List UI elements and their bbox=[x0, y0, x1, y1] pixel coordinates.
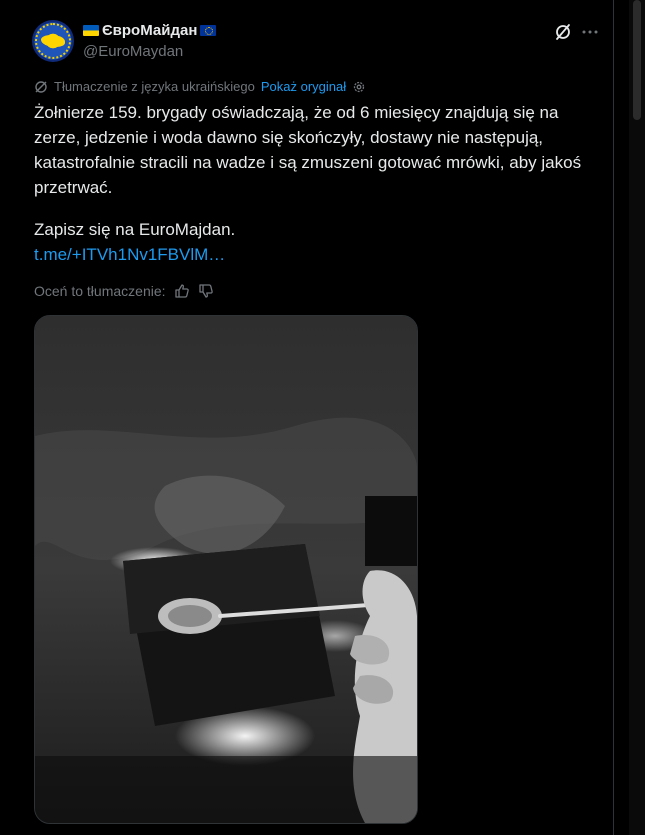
gear-icon[interactable] bbox=[352, 80, 366, 94]
scrollbar-track[interactable] bbox=[629, 0, 645, 835]
author-handle[interactable]: @EuroMaydan bbox=[83, 43, 183, 60]
video-frame-image bbox=[35, 316, 417, 823]
thumbs-up-icon[interactable] bbox=[174, 283, 190, 299]
translation-bar: Tłumaczenie z języka ukraińskiego Pokaż … bbox=[34, 79, 366, 94]
eu-flag-icon bbox=[200, 25, 217, 36]
tweet-text: Żołnierze 159. brygady oświadczają, że o… bbox=[34, 103, 582, 197]
scrollbar-thumb[interactable] bbox=[633, 0, 641, 120]
author-name-row[interactable]: ЄвроМайдан bbox=[83, 22, 217, 39]
translate-icon bbox=[35, 80, 47, 93]
show-original-link[interactable]: Pokaż oryginał bbox=[261, 79, 346, 94]
grok-icon[interactable] bbox=[553, 22, 573, 42]
translation-label: Tłumaczenie z języka ukraińskiego bbox=[54, 79, 255, 94]
tweet-link[interactable]: t.me/+ITVh1Nv1FBVlM… bbox=[34, 245, 225, 265]
tweet-cta: Zapisz się na EuroMajdan. bbox=[34, 220, 236, 239]
avatar[interactable] bbox=[32, 20, 74, 62]
rate-translation: Oceń to tłumaczenie: bbox=[34, 283, 214, 299]
thumbs-down-icon[interactable] bbox=[198, 283, 214, 299]
more-icon[interactable] bbox=[580, 22, 600, 42]
ukraine-flag-icon bbox=[83, 25, 99, 36]
video-thumbnail[interactable] bbox=[34, 315, 418, 824]
rate-label: Oceń to tłumaczenie: bbox=[34, 283, 166, 299]
author-display-name[interactable]: ЄвроМайдан bbox=[102, 22, 197, 39]
